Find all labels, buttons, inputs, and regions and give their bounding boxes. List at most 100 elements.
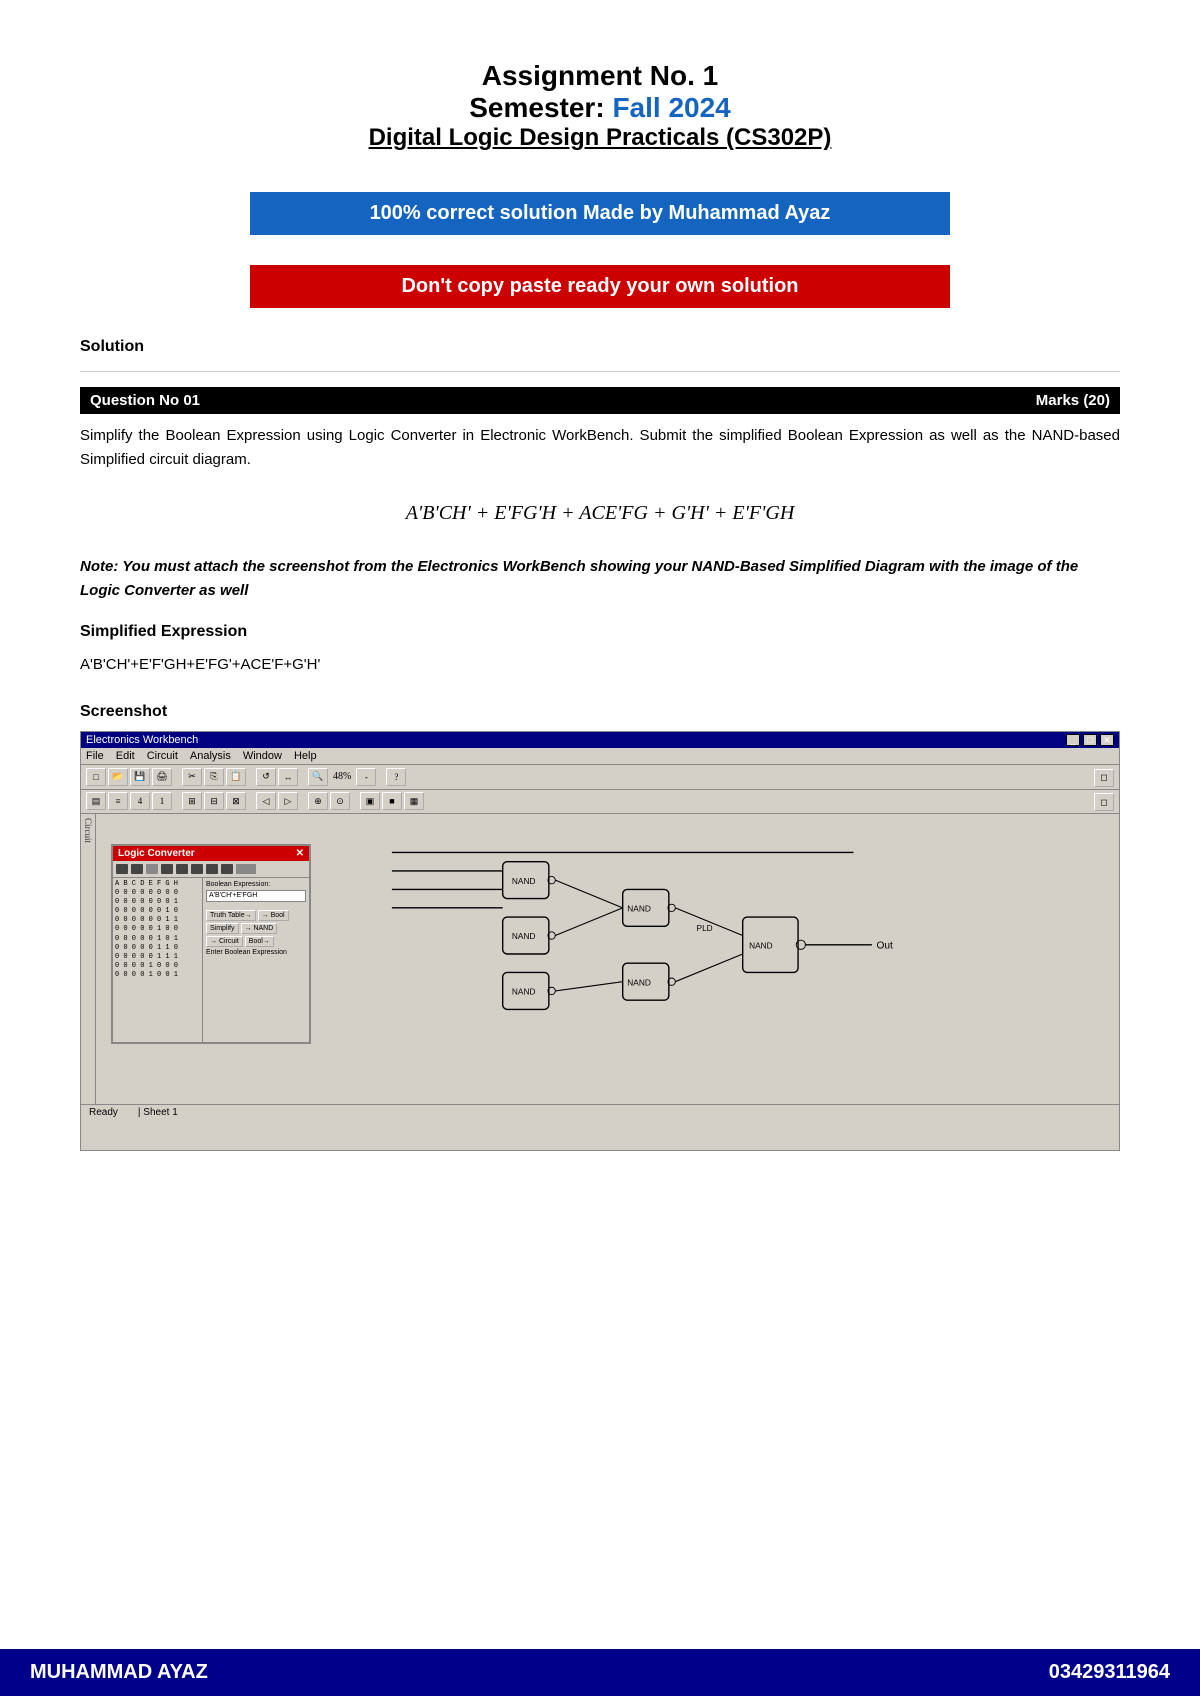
lp-icon-1 [116,864,128,874]
simplified-label: Simplified Expression [80,623,1120,641]
tb2-btn4[interactable]: 1 [152,792,172,810]
circuit-svg: NAND NAND NAND NAND [321,834,1109,1074]
lp-circuit-btn[interactable]: → Circuit [206,936,243,947]
tb2-btn3[interactable]: 4 [130,792,150,810]
rotate-btn[interactable]: ↺ [256,768,276,786]
minimize-button[interactable]: _ [1066,734,1080,746]
zoom-in-btn[interactable]: 🔍 [308,768,328,786]
tb2-btn1[interactable]: ▤ [86,792,106,810]
wb-main-canvas[interactable]: Logic Converter ✕ [96,814,1119,1104]
cut-btn[interactable]: ✂ [182,768,202,786]
lp-note: Enter Boolean Expression [206,949,306,956]
menu-analysis[interactable]: Analysis [190,750,231,762]
lp-row-4: 0 0 0 0 0 0 1 1 [115,916,200,925]
lp-btn-row-2: Simplify → NAND [206,923,306,934]
lp-title-text: Logic Converter [118,848,195,859]
tb2-btn14[interactable]: ▦ [404,792,424,810]
lp-icon-5 [176,864,188,874]
tb2-btn11[interactable]: ⊙ [330,792,350,810]
course-title: Digital Logic Design Practicals (CS302P) [80,124,1120,152]
lp-icons-row [113,861,309,878]
copy-btn[interactable]: ⎘ [204,768,224,786]
help-btn[interactable]: ? [386,768,406,786]
tb2-btn9[interactable]: ▷ [278,792,298,810]
screenshot-label: Screenshot [80,703,1120,721]
lp-nand-btn[interactable]: → NAND [241,923,278,934]
tb2-btn7[interactable]: ⊠ [226,792,246,810]
flip-btn[interactable]: ↔ [278,768,298,786]
new-btn[interactable]: □ [86,768,106,786]
lp-header-row: A B C D E F G H [115,880,200,889]
maximize-button[interactable]: □ [1083,734,1097,746]
corner-btn-2[interactable]: ◻ [1094,793,1114,811]
corner-btn[interactable]: ◻ [1094,769,1114,787]
lp-row-9: 0 0 0 0 1 0 0 0 [115,962,200,971]
lp-bool-circ-btn[interactable]: Bool→ [245,936,274,947]
lp-row-8: 0 0 0 0 0 1 1 1 [115,953,200,962]
lp-right-panel: Boolean Expression: A'B'CH'+E'FGH Truth … [203,878,309,1043]
tb2-btn5[interactable]: ⊞ [182,792,202,810]
lp-bool-btn[interactable]: → Bool [258,910,289,921]
menu-edit[interactable]: Edit [116,750,135,762]
tb2-btn12[interactable]: ▣ [360,792,380,810]
tb2-btn13[interactable]: ■ [382,792,402,810]
menu-file[interactable]: File [86,750,104,762]
panel-label: Circuit [83,818,93,843]
lp-icon-6 [191,864,203,874]
tb2-btn2[interactable]: ≡ [108,792,128,810]
question-number: Question No 01 [90,392,200,409]
footer: MUHAMMAD AYAZ 03429311964 [0,1649,1200,1696]
wb-toolbar-1: □ 📂 💾 🖨 ✂ ⎘ 📋 ↺ ↔ 🔍 48% - ? ◻ [81,765,1119,790]
gate-out-label: NAND [749,940,773,950]
lp-truth-table: A B C D E F G H 0 0 0 0 0 0 0 0 0 0 0 0 … [113,878,203,1043]
wire-1 [555,880,622,908]
semester-line: Semester: Fall 2024 [80,92,1120,124]
tb2-btn6[interactable]: ⊟ [204,792,224,810]
save-btn[interactable]: 💾 [130,768,150,786]
lp-row-3: 0 0 0 0 0 0 1 0 [115,907,200,916]
circuit-diagram-area: NAND NAND NAND NAND [321,834,1109,1074]
footer-phone: 03429311964 [1049,1661,1170,1684]
open-btn[interactable]: 📂 [108,768,128,786]
gate-4-label: NAND [512,987,536,997]
lp-row-5: 0 0 0 0 0 1 0 0 [115,925,200,934]
wb-left-panel: Circuit [81,814,96,1104]
lp-icon-7 [206,864,218,874]
zoom-level: 48% [330,771,354,782]
print-btn[interactable]: 🖨 [152,768,172,786]
paste-btn[interactable]: 📋 [226,768,246,786]
tb2-btn10[interactable]: ⊕ [308,792,328,810]
lp-icon-3 [146,864,158,874]
lp-close[interactable]: ✕ [296,848,304,859]
menu-circuit[interactable]: Circuit [147,750,178,762]
lp-title-bar: Logic Converter ✕ [113,846,309,861]
lp-simplify-btn[interactable]: Simplify [206,923,239,934]
lp-row-7: 0 0 0 0 0 1 1 0 [115,944,200,953]
close-button[interactable]: ✕ [1100,734,1114,746]
marks-value: Marks (20) [1036,392,1110,409]
menu-window[interactable]: Window [243,750,282,762]
lp-row-10: 0 0 0 0 1 0 0 1 [115,971,200,980]
menu-help[interactable]: Help [294,750,317,762]
tb2-btn8[interactable]: ◁ [256,792,276,810]
simplified-expression: A'B'CH'+E'F'GH+E'FG'+ACE'F+G'H' [80,656,1120,673]
lp-expr-display: A'B'CH'+E'FGH [206,890,306,902]
lp-icon-2 [131,864,143,874]
wb-canvas: Circuit Logic Converter ✕ [81,814,1119,1104]
wb-statusbar: Ready | Sheet 1 [81,1104,1119,1120]
zoom-out-btn[interactable]: - [356,768,376,786]
lp-row-6: 0 0 0 0 0 1 0 1 [115,935,200,944]
right-corner-2: ◻ [1094,792,1114,812]
lp-truth-btn[interactable]: Truth Table→ [206,910,256,921]
screenshot-container: Electronics Workbench _ □ ✕ File Edit Ci… [80,731,1120,1151]
lp-expr-label: Boolean Expression: [206,881,306,888]
logic-converter-panel[interactable]: Logic Converter ✕ [111,844,311,1044]
lp-row-2: 0 0 0 0 0 0 0 1 [115,898,200,907]
wire-4 [555,982,622,991]
lp-in-out [236,864,256,874]
status-ready: Ready [89,1107,118,1118]
wb-toolbar-2: ▤ ≡ 4 1 ⊞ ⊟ ⊠ ◁ ▷ ⊕ ⊙ ▣ ■ ▦ ◻ [81,790,1119,815]
question-description: Simplify the Boolean Expression using Lo… [80,424,1120,472]
gate-5-label: NAND [627,977,651,987]
blue-banner: 100% correct solution Made by Muhammad A… [250,192,950,235]
